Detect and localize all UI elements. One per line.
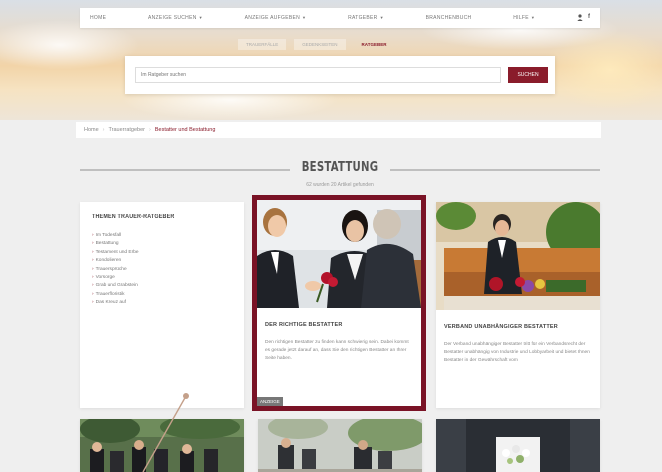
- article-image: [436, 419, 600, 472]
- breadcrumb-current: Bestatter und Bestattung: [154, 127, 216, 133]
- sidebar-title: THEMEN TRAUER-RATGEBER: [92, 214, 175, 220]
- sidebar-item-trauerfloristik[interactable]: › Trauerfloristik: [92, 291, 232, 299]
- nav-item-hilfe[interactable]: HILFE ▼: [513, 15, 535, 21]
- article-title[interactable]: VERBAND UNABHÄNGIGER BESTATTER: [444, 324, 594, 330]
- tab-gedenkseiten[interactable]: GEDENKSEITEN: [294, 38, 346, 50]
- breadcrumb-home[interactable]: Home: [84, 127, 99, 133]
- nav-item-branchenbuch[interactable]: BRANCHENBUCH: [426, 15, 472, 21]
- sidebar-item-vorsorge[interactable]: › Vorsorge: [92, 274, 232, 282]
- caret-down-icon: ▼: [302, 15, 307, 20]
- article-card[interactable]: VERBAND UNABHÄNGIGER BESTATTER Der Verba…: [436, 202, 600, 408]
- article-text: Der Verband unabhängiger Bestatter tritt…: [444, 342, 590, 363]
- caret-down-icon: ▼: [530, 15, 536, 20]
- breadcrumb-trauerratgeber[interactable]: Trauerratgeber: [109, 127, 145, 133]
- ad-badge: ANZEIGE: [257, 397, 283, 406]
- facebook-icon[interactable]: f: [588, 14, 590, 23]
- article-title[interactable]: DER RICHTIGE BESTATTER: [265, 322, 415, 328]
- topics-sidebar: THEMEN TRAUER-RATGEBER › Im Todesfall › Be…: [80, 202, 244, 408]
- caret-down-icon: ▼: [379, 15, 384, 20]
- nav-item-anzeige-suchen[interactable]: ANZEIGE SUCHEN ▼: [148, 15, 203, 21]
- nav-item-anzeige-aufgeben[interactable]: ANZEIGE AUFGEBEN ▼: [245, 15, 307, 21]
- breadcrumb: Home › Trauerratgeber › Bestatter und Be…: [76, 122, 601, 138]
- article-card[interactable]: [258, 419, 422, 472]
- subtabs: TRAUERFÄLLE GEDENKSEITEN RATGEBER: [238, 37, 394, 51]
- search-panel: SUCHEN: [125, 56, 555, 94]
- search-button[interactable]: SUCHEN: [508, 67, 548, 83]
- section-title: BESTATTUNG: [301, 160, 379, 175]
- article-text: Den richtigen Bestatter zu finden kann s…: [265, 340, 409, 361]
- breadcrumb-separator: ›: [149, 127, 151, 133]
- sidebar-item-kondolieren[interactable]: › Kondolieren: [92, 257, 232, 265]
- section-header: BESTATTUNG 62 wurden 20 Artikel gefunden: [80, 160, 600, 194]
- tab-trauerfaelle[interactable]: TRAUERFÄLLE: [238, 38, 287, 50]
- search-input[interactable]: [135, 67, 501, 83]
- section-subtitle: 62 wurden 20 Artikel gefunden: [306, 182, 374, 188]
- topics-list: › Im Todesfall › Bestattung › Testament und…: [92, 232, 232, 308]
- tab-ratgeber[interactable]: RATGEBER: [354, 39, 395, 50]
- nav-item-home[interactable]: HOME: [90, 15, 106, 21]
- caret-down-icon: ▼: [198, 15, 203, 20]
- article-image: [258, 419, 422, 472]
- article-card-featured[interactable]: DER RICHTIGE BESTATTER Den richtigen Bes…: [252, 195, 426, 411]
- user-icon[interactable]: [577, 13, 583, 23]
- breadcrumb-separator: ›: [102, 127, 105, 133]
- article-card[interactable]: [436, 419, 600, 472]
- sidebar-item-bestattung[interactable]: › Bestattung: [92, 240, 232, 248]
- sidebar-item-grab[interactable]: › Grab und Grabstein: [92, 282, 232, 290]
- nav-item-ratgeber[interactable]: RATGEBER ▼: [348, 15, 384, 21]
- top-nav: HOME ANZEIGE SUCHEN ▼ ANZEIGE AUFGEBEN ▼ R…: [80, 8, 600, 28]
- sidebar-item-im-todesfall[interactable]: › Im Todesfall: [92, 232, 232, 240]
- article-image: [80, 419, 244, 472]
- sidebar-item-trauersprueche[interactable]: › Trauersprüche: [92, 266, 232, 274]
- article-image: [436, 202, 600, 310]
- sidebar-item-kreuz[interactable]: › Das Kreuz auf: [92, 299, 232, 307]
- sidebar-item-testament[interactable]: › Testament und Erbe: [92, 249, 232, 257]
- article-card[interactable]: [80, 419, 244, 472]
- article-image: [257, 200, 421, 308]
